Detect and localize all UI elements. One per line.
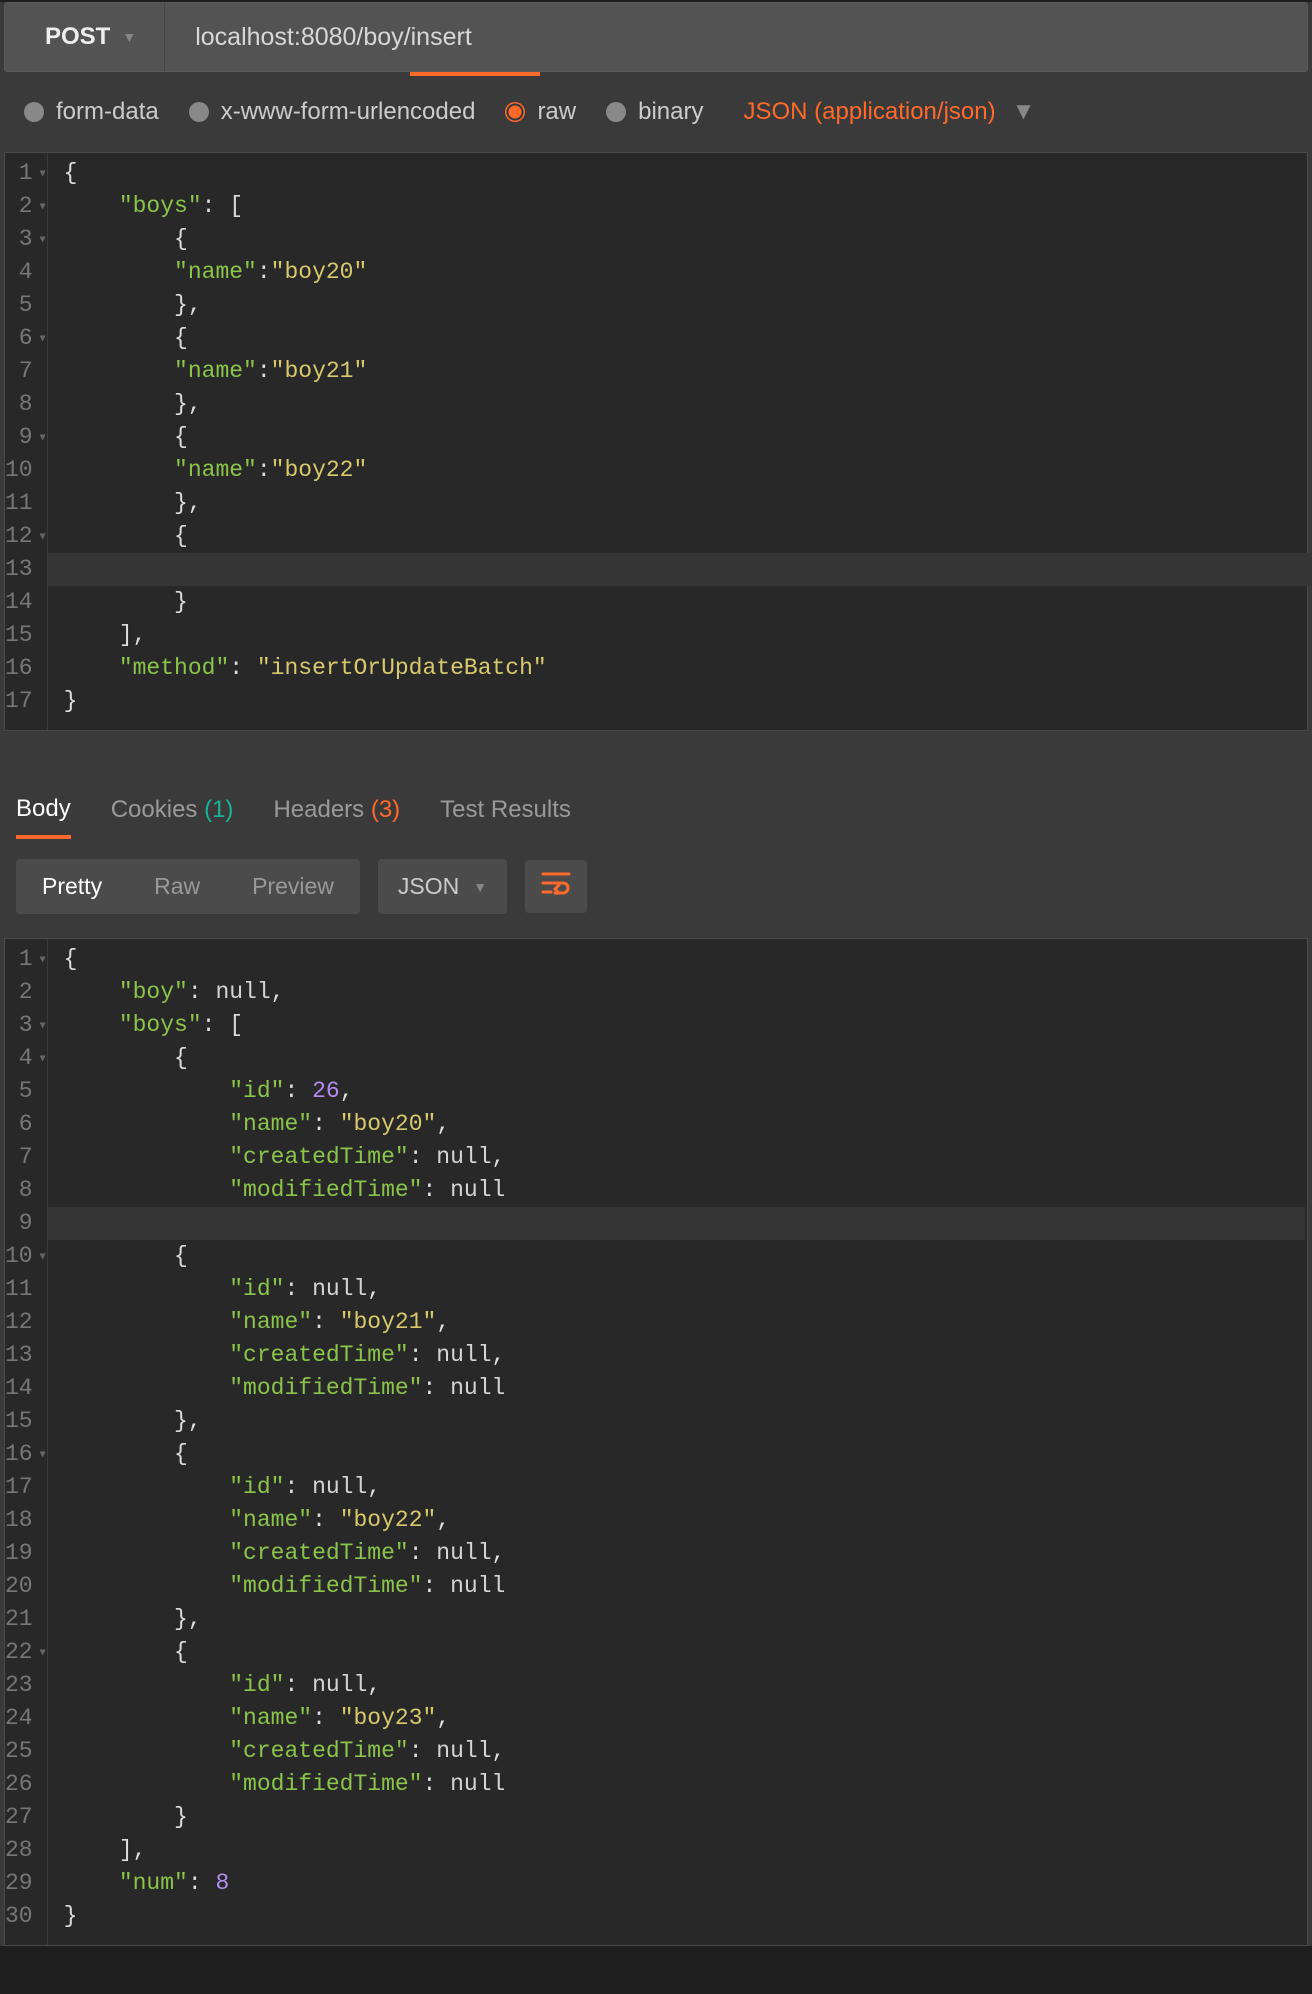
editor-code[interactable]: { "boys": [ { "name":"boy20" }, { "name"… — [48, 153, 547, 730]
editor-code: { "boy": null, "boys": [ { "id": 26, "na… — [48, 939, 506, 1945]
content-type-label: JSON (application/json) — [743, 98, 995, 126]
divider — [0, 731, 1312, 767]
view-mode-pretty[interactable]: Pretty — [16, 859, 128, 914]
chevron-down-icon: ▼ — [1012, 98, 1036, 126]
tab-headers-label: Headers — [273, 796, 364, 823]
request-body-editor[interactable]: 1234567891011121314151617 { "boys": [ { … — [4, 152, 1308, 731]
body-type-urlencoded[interactable]: x-www-form-urlencoded — [189, 98, 476, 126]
radio-icon — [189, 102, 209, 122]
radio-icon — [505, 102, 525, 122]
tab-headers[interactable]: Headers (3) — [273, 796, 400, 824]
response-tabs: Body Cookies (1) Headers (3) Test Result… — [0, 767, 1312, 839]
content-type-select[interactable]: JSON (application/json) ▼ — [743, 98, 1035, 126]
view-mode-raw[interactable]: Raw — [128, 859, 226, 914]
tab-body[interactable]: Body — [16, 795, 71, 839]
chevron-down-icon: ▼ — [473, 879, 487, 895]
editor-gutter: 1234567891011121314151617181920212223242… — [5, 939, 48, 1945]
body-type-label: binary — [638, 98, 703, 126]
body-type-row: form-data x-www-form-urlencoded raw bina… — [0, 72, 1312, 148]
response-toolbar: Pretty Raw Preview JSON ▼ — [0, 839, 1312, 934]
format-select[interactable]: JSON ▼ — [378, 859, 507, 914]
view-mode-segment: Pretty Raw Preview — [16, 859, 360, 914]
body-type-label: form-data — [56, 98, 159, 126]
radio-icon — [606, 102, 626, 122]
editor-gutter: 1234567891011121314151617 — [5, 153, 48, 730]
tab-tests[interactable]: Test Results — [440, 796, 571, 824]
view-mode-preview[interactable]: Preview — [226, 859, 360, 914]
wrap-button[interactable] — [525, 860, 587, 913]
http-method-label: POST — [45, 23, 110, 51]
body-type-raw[interactable]: raw — [505, 98, 576, 126]
body-type-binary[interactable]: binary — [606, 98, 703, 126]
tab-cookies[interactable]: Cookies (1) — [111, 796, 234, 824]
http-method-select[interactable]: POST ▼ — [5, 3, 165, 71]
body-type-form-data[interactable]: form-data — [24, 98, 159, 126]
request-bar: POST ▼ — [4, 2, 1308, 72]
body-type-label: x-www-form-urlencoded — [221, 98, 476, 126]
tab-cookies-label: Cookies — [111, 796, 198, 823]
radio-icon — [24, 102, 44, 122]
tab-cookies-count: (1) — [204, 796, 233, 823]
body-type-label: raw — [537, 98, 576, 126]
format-label: JSON — [398, 873, 459, 900]
chevron-down-icon: ▼ — [122, 29, 136, 45]
response-body-viewer[interactable]: 1234567891011121314151617181920212223242… — [4, 938, 1308, 1946]
wrap-icon — [541, 870, 571, 896]
url-input[interactable] — [165, 3, 1307, 71]
tab-headers-count: (3) — [371, 796, 400, 823]
